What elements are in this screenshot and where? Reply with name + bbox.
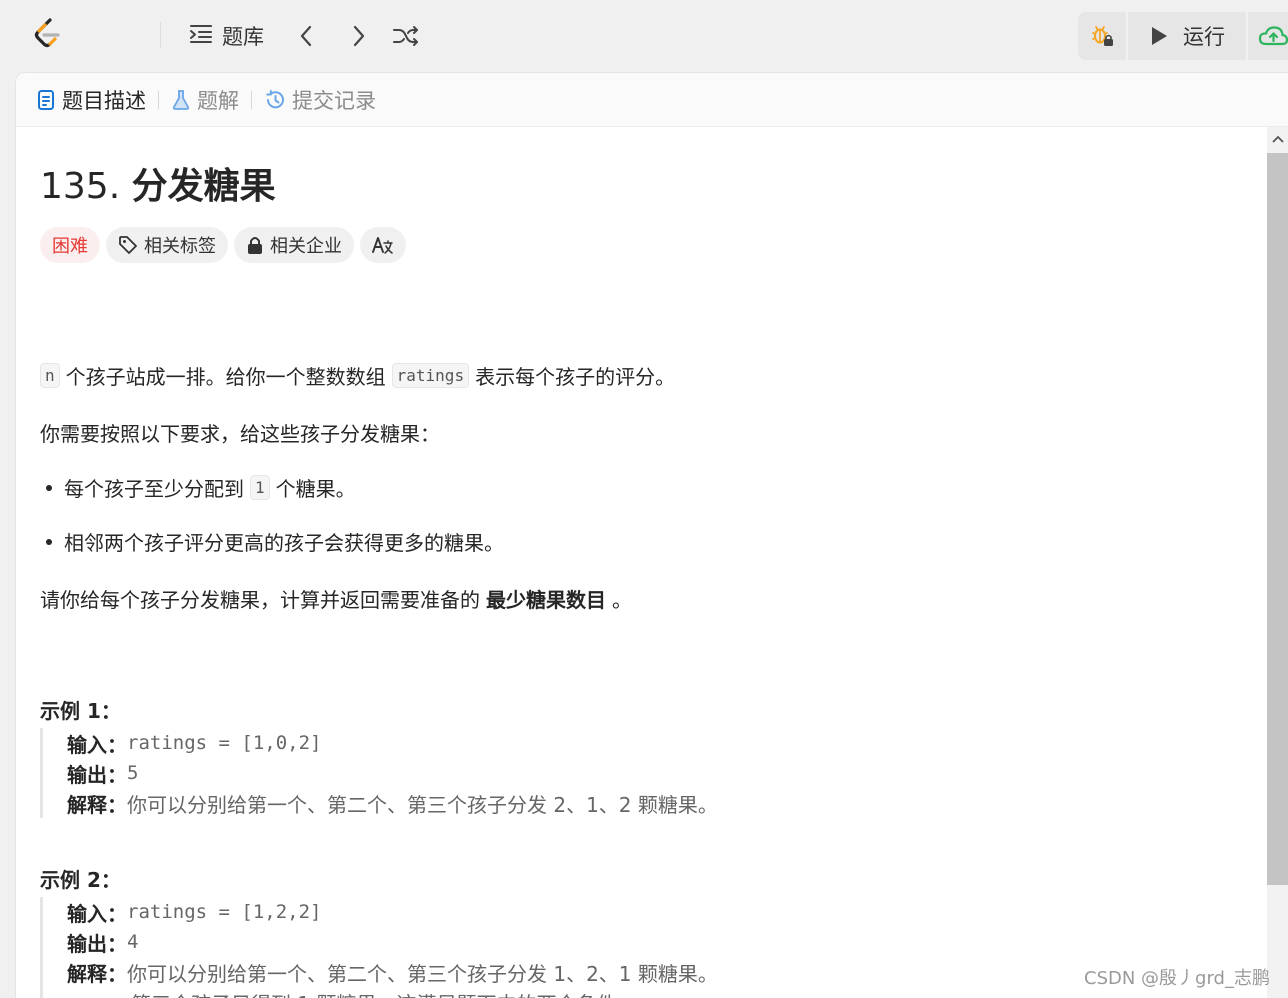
problem-list-button[interactable]: 题库 bbox=[188, 20, 264, 52]
difficulty-badge: 困难 bbox=[40, 227, 100, 263]
rule-text: 每个孩子至少分配到 bbox=[64, 477, 244, 501]
bullet-icon bbox=[46, 484, 52, 491]
example-explanation-continued: 第三个孩子只得到 1 颗糖果，这满足题面中的两个条件。 bbox=[67, 987, 718, 998]
random-problem-button[interactable] bbox=[390, 20, 422, 52]
input-value: ratings = [1,2,2] bbox=[127, 901, 322, 923]
next-problem-button[interactable] bbox=[342, 20, 374, 52]
description-text: 请你给每个孩子分发糖果，计算并返回需要准备的 bbox=[40, 588, 480, 612]
panel-tabs: 题目描述 题解 提交记录 bbox=[16, 73, 1288, 127]
list-icon bbox=[188, 21, 214, 51]
bullet-icon bbox=[46, 538, 52, 545]
related-tags-button[interactable]: 相关标签 bbox=[106, 227, 228, 263]
example-block: 输入： ratings = [1,2,2] 输出： 4 解释： 你可以分别给第一… bbox=[40, 897, 718, 998]
scroll-thumb[interactable] bbox=[1267, 153, 1288, 885]
description-icon bbox=[38, 89, 54, 110]
description-paragraph-1: n 个孩子站成一排。给你一个整数数组 ratings 表示每个孩子的评分。 bbox=[40, 361, 675, 390]
example-input: 输入： ratings = [1,2,2] bbox=[67, 897, 718, 927]
tab-description-label: 题目描述 bbox=[62, 88, 146, 113]
tab-description[interactable]: 题目描述 bbox=[36, 85, 146, 115]
description-panel: 题目描述 题解 提交记录 135. 分发糖果 困难 相关标签 相关企业 n 个孩… bbox=[15, 72, 1288, 998]
example-explanation: 解释： 你可以分别给第一个、第二个、第三个孩子分发 2、1、2 颗糖果。 bbox=[67, 788, 718, 818]
lock-icon bbox=[248, 237, 262, 254]
problem-number: 135. bbox=[40, 166, 121, 207]
input-label: 输入： bbox=[67, 732, 127, 757]
explain-text: 第三个孩子只得到 1 颗糖果，这满足题面中的两个条件。 bbox=[131, 988, 636, 998]
difficulty-label: 困难 bbox=[52, 236, 88, 257]
tab-solutions[interactable]: 题解 bbox=[171, 85, 239, 115]
explain-text: 你可以分别给第一个、第二个、第三个孩子分发 2、1、2 颗糖果。 bbox=[127, 792, 718, 817]
prev-problem-button[interactable] bbox=[291, 20, 323, 52]
explain-label: 解释： bbox=[67, 961, 127, 986]
inline-code-ratings: ratings bbox=[391, 363, 470, 388]
output-value: 4 bbox=[127, 931, 139, 953]
cloud-upload-icon bbox=[1258, 26, 1288, 46]
run-button-group: 运行 bbox=[1078, 12, 1288, 60]
run-label: 运行 bbox=[1183, 25, 1225, 49]
flask-icon bbox=[172, 89, 190, 110]
bug-lock-icon bbox=[1092, 26, 1113, 46]
top-nav-bar: 题库 运行 bbox=[0, 0, 1288, 72]
explain-label: 解释： bbox=[67, 792, 127, 817]
tab-separator bbox=[158, 90, 159, 109]
tab-solutions-label: 题解 bbox=[197, 88, 239, 113]
scrollbar[interactable] bbox=[1267, 127, 1288, 998]
input-label: 输入： bbox=[67, 901, 127, 926]
rule-text: 相邻两个孩子评分更高的孩子会获得更多的糖果。 bbox=[64, 531, 504, 555]
output-label: 输出： bbox=[67, 762, 127, 787]
tab-submissions[interactable]: 提交记录 bbox=[264, 85, 376, 115]
related-tags-label: 相关标签 bbox=[144, 236, 216, 257]
run-button[interactable]: 运行 bbox=[1128, 12, 1246, 60]
caret-up-icon bbox=[1271, 135, 1284, 143]
submit-button[interactable] bbox=[1248, 12, 1288, 60]
example-title: 示例 2： bbox=[40, 868, 121, 892]
inline-code-1: 1 bbox=[250, 475, 270, 500]
description-text: 个孩子站成一排。给你一个整数数组 bbox=[65, 365, 386, 389]
bold-text: 最少糖果数目 bbox=[486, 588, 606, 612]
example-output: 输出： 5 bbox=[67, 758, 718, 788]
example-input: 输入： ratings = [1,0,2] bbox=[67, 728, 718, 758]
translate-button[interactable] bbox=[360, 227, 406, 263]
watermark: CSDN @殷丿grd_志鹏 bbox=[1084, 968, 1270, 989]
problem-tags: 困难 相关标签 相关企业 bbox=[40, 227, 406, 263]
problem-content: 135. 分发糖果 困难 相关标签 相关企业 n 个孩子站成一排。给你一个整数数… bbox=[40, 127, 1260, 998]
example-output: 输出： 4 bbox=[67, 927, 718, 957]
rule-list-item: 相邻两个孩子评分更高的孩子会获得更多的糖果。 bbox=[40, 527, 504, 556]
play-icon bbox=[1152, 27, 1167, 45]
example-title: 示例 1： bbox=[40, 699, 121, 723]
rule-list-item: 每个孩子至少分配到 1 个糖果。 bbox=[40, 473, 356, 502]
description-text: 。 bbox=[612, 588, 632, 612]
description-text: 表示每个孩子的评分。 bbox=[475, 365, 676, 389]
description-text: 你需要按照以下要求，给这些孩子分发糖果： bbox=[40, 422, 440, 446]
scroll-up-button[interactable] bbox=[1267, 127, 1288, 151]
explain-text: 你可以分别给第一个、第二个、第三个孩子分发 1、2、1 颗糖果。 bbox=[127, 961, 718, 986]
description-paragraph-2: 你需要按照以下要求，给这些孩子分发糖果： bbox=[40, 418, 440, 447]
shuffle-icon bbox=[393, 26, 418, 46]
problem-name: 分发糖果 bbox=[131, 166, 276, 207]
problem-list-label: 题库 bbox=[222, 25, 264, 49]
leetcode-logo-icon[interactable] bbox=[30, 16, 66, 52]
related-companies-button[interactable]: 相关企业 bbox=[234, 227, 354, 263]
inline-code-n: n bbox=[40, 363, 60, 388]
rule-text: 个糖果。 bbox=[275, 477, 356, 501]
output-label: 输出： bbox=[67, 931, 127, 956]
related-companies-label: 相关企业 bbox=[270, 236, 342, 257]
tag-icon bbox=[119, 236, 137, 254]
history-icon bbox=[266, 89, 284, 108]
problem-title: 135. 分发糖果 bbox=[40, 157, 276, 209]
description-paragraph-3: 请你给每个孩子分发糖果，计算并返回需要准备的 最少糖果数目 。 bbox=[40, 584, 632, 613]
example-explanation: 解释： 你可以分别给第一个、第二个、第三个孩子分发 1、2、1 颗糖果。 bbox=[67, 957, 718, 987]
translate-icon bbox=[372, 237, 393, 254]
example-block: 输入： ratings = [1,0,2] 输出： 5 解释： 你可以分别给第一… bbox=[40, 728, 718, 818]
chevron-left-icon bbox=[300, 25, 312, 47]
output-value: 5 bbox=[127, 762, 139, 784]
input-value: ratings = [1,0,2] bbox=[127, 732, 322, 754]
debug-button[interactable] bbox=[1078, 12, 1126, 60]
chevron-right-icon bbox=[353, 25, 365, 47]
tab-separator bbox=[251, 90, 252, 109]
nav-divider bbox=[160, 22, 161, 48]
tab-submissions-label: 提交记录 bbox=[292, 88, 376, 113]
